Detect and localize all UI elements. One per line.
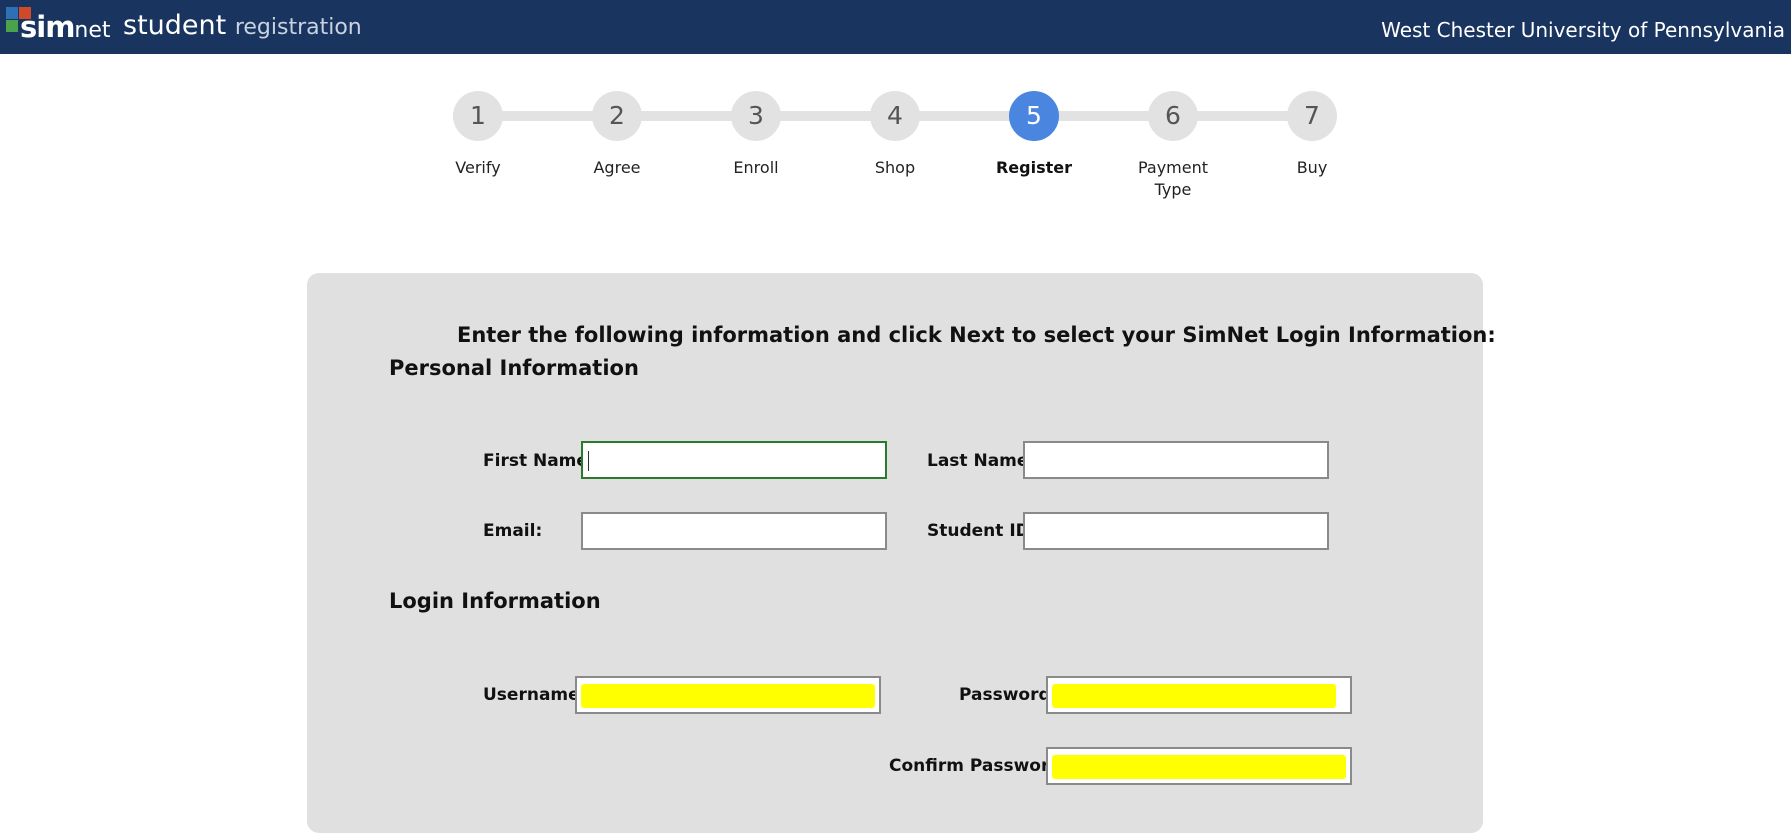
redacted-value [581, 684, 875, 708]
progress-stepper: 1 Verify 2 Agree 3 Enroll 4 Shop 5 Regis… [453, 91, 1338, 211]
step-shop: 4 Shop [845, 91, 945, 179]
step-number: 4 [870, 91, 920, 141]
step-buy: 7 Buy [1262, 91, 1362, 179]
step-number: 1 [453, 91, 503, 141]
step-number: 6 [1148, 91, 1198, 141]
student-id-label: Student ID: [927, 521, 1037, 541]
username-label: Username: [483, 685, 587, 705]
login-info-title: Login Information [389, 589, 601, 613]
step-number: 7 [1287, 91, 1337, 141]
step-label: Shop [874, 158, 916, 177]
step-number: 2 [592, 91, 642, 141]
institution-name: West Chester University of Pennsylvania [1381, 18, 1785, 42]
step-register: 5 Register [984, 91, 1084, 179]
step-label: Buy [1296, 158, 1328, 177]
username-field[interactable] [575, 676, 881, 714]
email-label: Email: [483, 521, 543, 541]
simnet-logo[interactable]: simnet [6, 7, 111, 45]
step-label: Verify [455, 158, 501, 177]
confirm-password-field[interactable] [1046, 747, 1352, 785]
logo-square-blue [6, 7, 18, 19]
form-instruction: Enter the following information and clic… [457, 323, 1496, 347]
step-payment-type: 6 Payment Type [1133, 91, 1213, 201]
logo-text: simnet [20, 10, 111, 44]
student-id-field[interactable] [1023, 512, 1329, 550]
email-field[interactable] [581, 512, 887, 550]
first-name-label: First Name: [483, 451, 595, 471]
app-title-main: student [123, 10, 227, 41]
redacted-value [1052, 684, 1336, 708]
registration-form-panel: Enter the following information and clic… [307, 273, 1496, 833]
step-verify: 1 Verify [428, 91, 528, 179]
redacted-value [1052, 755, 1346, 779]
step-enroll: 3 Enroll [706, 91, 806, 179]
top-header-bar: simnet student registration West Chester… [0, 0, 1791, 54]
last-name-field[interactable] [1023, 441, 1329, 479]
step-label: Register [995, 158, 1073, 177]
password-field[interactable] [1046, 676, 1352, 714]
step-number: 5 [1009, 91, 1059, 141]
app-title-sub: registration [234, 15, 362, 40]
password-label: Password: [959, 685, 1058, 705]
step-agree: 2 Agree [567, 91, 667, 179]
step-number: 3 [731, 91, 781, 141]
step-label: Payment Type [1137, 158, 1209, 199]
logo-square-green [6, 20, 18, 32]
first-name-field[interactable] [581, 441, 887, 479]
step-label: Agree [593, 158, 641, 177]
app-title: student registration [123, 11, 362, 41]
last-name-label: Last Name: [927, 451, 1036, 471]
text-caret [588, 451, 589, 471]
confirm-password-label: Confirm Password: [889, 756, 1069, 776]
personal-info-title: Personal Information [389, 356, 639, 380]
step-label: Enroll [733, 158, 779, 177]
